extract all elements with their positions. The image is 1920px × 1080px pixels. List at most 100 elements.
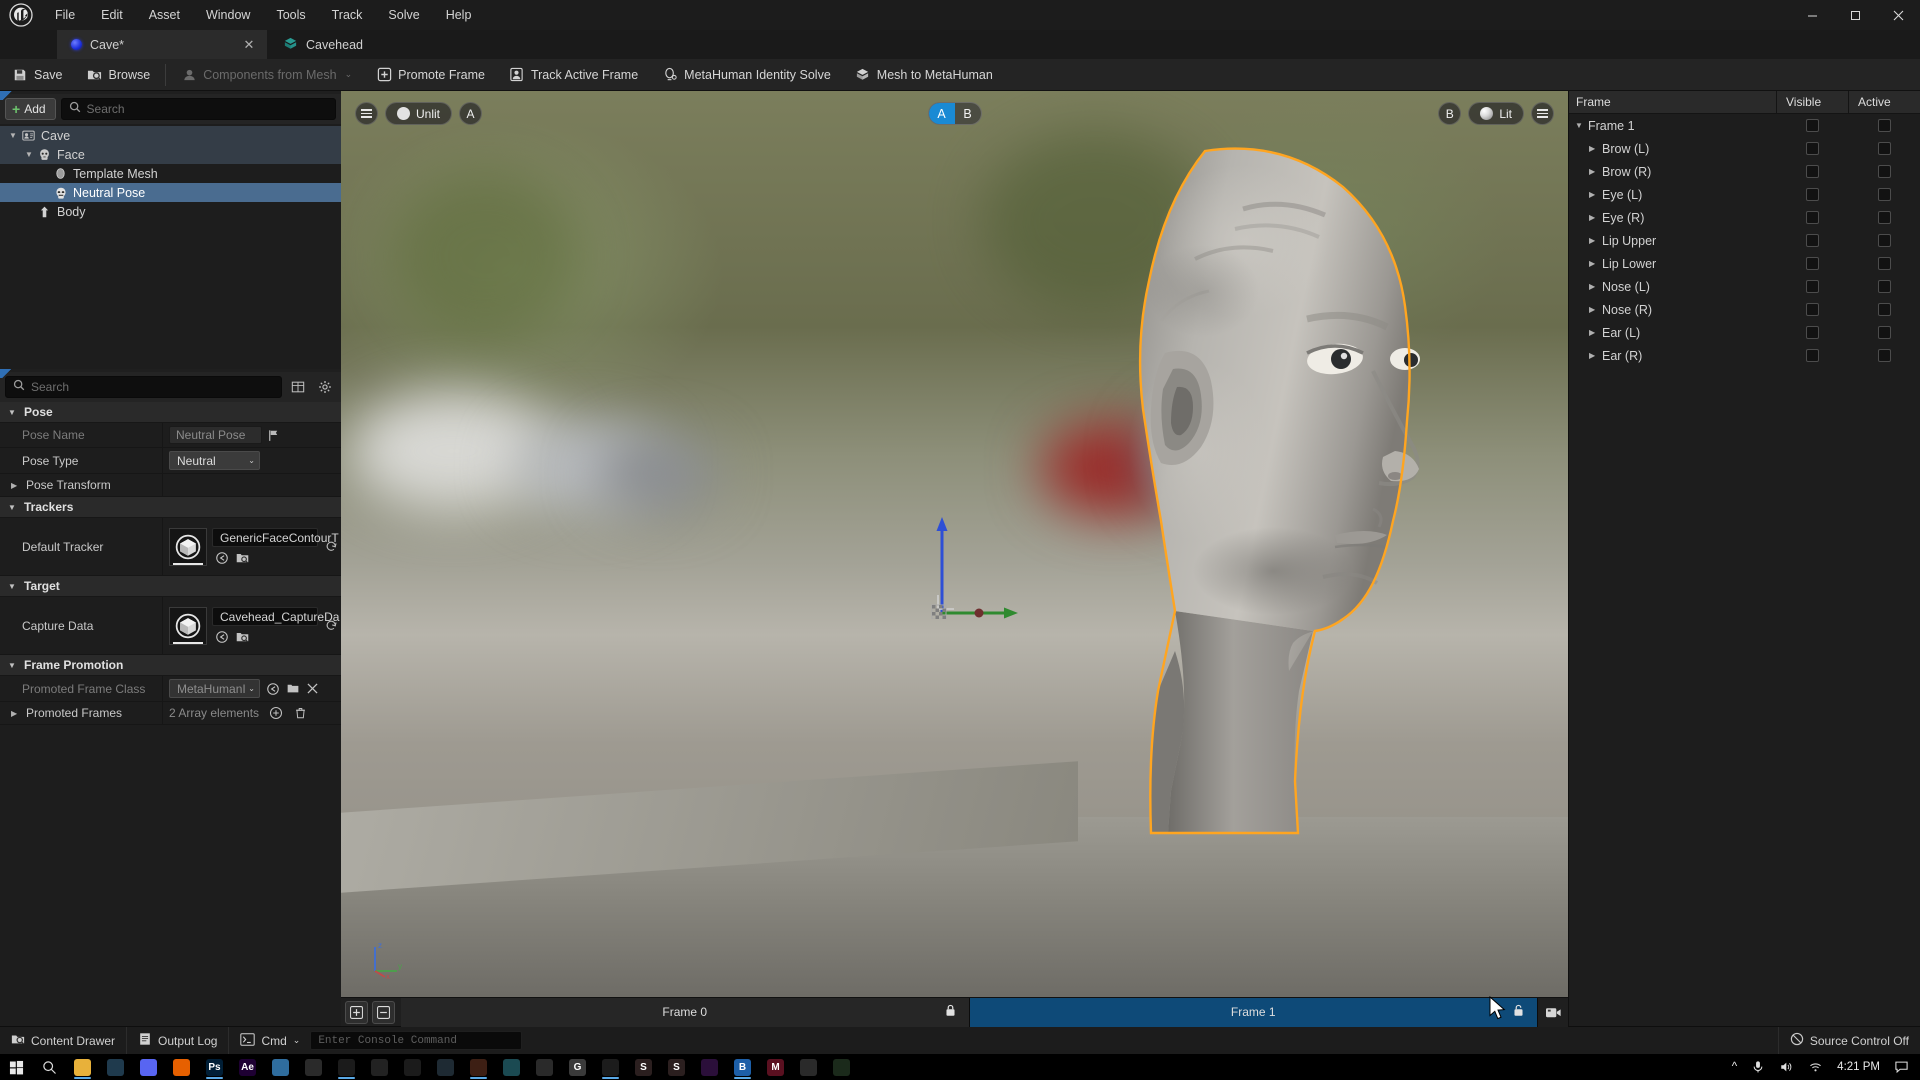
tree-item-face[interactable]: ▼ Face	[0, 145, 341, 164]
details-category-frame-promotion[interactable]: ▼ Frame Promotion	[0, 655, 341, 676]
promote-frame-button[interactable]: Promote Frame	[364, 59, 497, 91]
menu-window[interactable]: Window	[193, 0, 263, 30]
menu-track[interactable]: Track	[319, 0, 376, 30]
chevron-right-icon[interactable]: ▶	[1589, 351, 1602, 360]
active-checkbox[interactable]	[1877, 257, 1891, 270]
source-control-button[interactable]: Source Control Off	[1777, 1026, 1920, 1055]
taskbar-godot-icon[interactable]	[429, 1054, 462, 1080]
add-button[interactable]: + Add	[5, 98, 56, 120]
frame-row[interactable]: ▶ Ear (L)	[1569, 321, 1920, 344]
taskbar-blender-icon[interactable]	[396, 1054, 429, 1080]
outliner-search-input[interactable]: Search	[60, 98, 336, 120]
viewport-mode-unlit-button[interactable]: Unlit	[385, 102, 453, 125]
metahuman-identity-solve-button[interactable]: MetaHuman Identity Solve	[650, 59, 843, 91]
taskbar-substance-designer-icon[interactable]: S	[660, 1054, 693, 1080]
details-category-target[interactable]: ▼ Target	[0, 576, 341, 597]
capture-data-thumbnail[interactable]	[169, 606, 207, 645]
tree-item-neutral-pose[interactable]: Neutral Pose	[0, 183, 341, 202]
frame-row[interactable]: ▶ Eye (R)	[1569, 206, 1920, 229]
menu-help[interactable]: Help	[433, 0, 485, 30]
windows-start-icon[interactable]	[0, 1054, 33, 1080]
tree-item-body[interactable]: Body	[0, 202, 341, 221]
tree-item-cave[interactable]: ▼ Cave	[0, 126, 341, 145]
chevron-right-icon[interactable]: ▶	[11, 481, 21, 490]
menu-asset[interactable]: Asset	[136, 0, 193, 30]
chevron-right-icon[interactable]: ▶	[1589, 236, 1602, 245]
taskbar-mountain-app-icon[interactable]	[825, 1054, 858, 1080]
taskbar-gimp-icon[interactable]: G	[561, 1054, 594, 1080]
use-selected-asset-icon[interactable]	[265, 681, 280, 696]
frame-row[interactable]: ▼ Frame 1	[1569, 114, 1920, 137]
frame-row[interactable]: ▶ Ear (R)	[1569, 344, 1920, 367]
active-checkbox[interactable]	[1877, 119, 1891, 132]
frame-row[interactable]: ▶ Brow (L)	[1569, 137, 1920, 160]
taskbar-substance-painter-icon[interactable]: S	[627, 1054, 660, 1080]
tracker-thumbnail[interactable]	[169, 527, 207, 566]
active-checkbox[interactable]	[1877, 349, 1891, 362]
reset-to-default-icon[interactable]	[323, 539, 339, 555]
taskbar-runner-icon[interactable]	[528, 1054, 561, 1080]
menu-file[interactable]: File	[42, 0, 88, 30]
promoted-frame-class-dropdown[interactable]: MetaHumanIdent⌄	[169, 679, 260, 698]
taskbar-github-icon[interactable]	[693, 1054, 726, 1080]
transform-gizmo[interactable]	[928, 509, 1028, 619]
visible-checkbox[interactable]	[1805, 349, 1819, 362]
flag-icon[interactable]	[267, 429, 280, 442]
active-checkbox[interactable]	[1877, 280, 1891, 293]
timeline-frame-0[interactable]: Frame 0	[401, 997, 970, 1027]
asset-dropdown[interactable]: Cavehead_CaptureDa⌄	[212, 607, 341, 626]
chevron-right-icon[interactable]: ▶	[1589, 259, 1602, 268]
viewport-right-letter-badge[interactable]: B	[1438, 102, 1462, 125]
notification-icon[interactable]	[1887, 1054, 1916, 1080]
active-checkbox[interactable]	[1877, 165, 1891, 178]
visible-checkbox[interactable]	[1805, 165, 1819, 178]
frame-row[interactable]: ▶ Lip Lower	[1569, 252, 1920, 275]
ab-toggle-b[interactable]: B	[955, 103, 981, 124]
frame-row[interactable]: ▶ Nose (R)	[1569, 298, 1920, 321]
chevron-right-icon[interactable]: ▶	[1589, 328, 1602, 337]
tray-chevron-icon[interactable]: ^	[1725, 1054, 1744, 1080]
viewport-mode-lit-button[interactable]: Lit	[1468, 102, 1524, 125]
clear-array-icon[interactable]	[293, 706, 308, 721]
active-checkbox[interactable]	[1877, 142, 1891, 155]
taskbar-clock[interactable]: 4:21 PM	[1830, 1054, 1887, 1080]
minimize-button[interactable]	[1791, 0, 1834, 30]
chevron-down-icon[interactable]: ▼	[1575, 121, 1588, 130]
taskbar-marmoset-icon[interactable]: M	[759, 1054, 792, 1080]
close-button[interactable]	[1877, 0, 1920, 30]
close-icon[interactable]: ✕	[241, 37, 257, 53]
viewport-3d[interactable]: Unlit A A B B Lit z y x	[341, 91, 1568, 997]
timeline-frame-1[interactable]: Frame 1	[969, 997, 1538, 1027]
visible-checkbox[interactable]	[1805, 211, 1819, 224]
taskbar-search-icon[interactable]	[33, 1054, 66, 1080]
menu-solve[interactable]: Solve	[375, 0, 432, 30]
asset-dropdown[interactable]: GenericFaceContourT⌄	[212, 528, 341, 547]
viewport-menu-icon[interactable]	[1531, 102, 1554, 125]
taskbar-bridge-icon[interactable]: B	[726, 1054, 759, 1080]
microphone-icon[interactable]	[1744, 1054, 1772, 1080]
taskbar-photoshop-icon[interactable]: Ps	[198, 1054, 231, 1080]
taskbar-browser-icon[interactable]	[495, 1054, 528, 1080]
use-selected-asset-icon[interactable]	[214, 550, 229, 565]
lock-open-icon[interactable]	[1512, 1004, 1525, 1021]
chevron-right-icon[interactable]: ▶	[1589, 305, 1602, 314]
chevron-right-icon[interactable]: ▶	[1589, 167, 1602, 176]
browse-asset-icon[interactable]	[235, 629, 250, 644]
visible-checkbox[interactable]	[1805, 326, 1819, 339]
reset-to-default-icon[interactable]	[323, 618, 339, 634]
frame-row[interactable]: ▶ Brow (R)	[1569, 160, 1920, 183]
visible-checkbox[interactable]	[1805, 188, 1819, 201]
viewport-left-letter-badge[interactable]: A	[459, 102, 483, 125]
viewport-menu-icon[interactable]	[355, 102, 378, 125]
camera-icon[interactable]	[1538, 997, 1568, 1027]
taskbar-krita-icon[interactable]	[297, 1054, 330, 1080]
track-active-frame-button[interactable]: Track Active Frame	[497, 59, 650, 91]
taskbar-firefox-icon[interactable]	[165, 1054, 198, 1080]
tree-expander[interactable]: ▼	[6, 131, 20, 140]
console-command-input[interactable]: Enter Console Command	[310, 1031, 523, 1050]
taskbar-after-effects-icon[interactable]: Ae	[231, 1054, 264, 1080]
chevron-right-icon[interactable]: ▶	[1589, 190, 1602, 199]
browse-button[interactable]: Browse	[75, 59, 163, 91]
frame-row[interactable]: ▶ Nose (L)	[1569, 275, 1920, 298]
taskbar-file-explorer-icon[interactable]	[66, 1054, 99, 1080]
